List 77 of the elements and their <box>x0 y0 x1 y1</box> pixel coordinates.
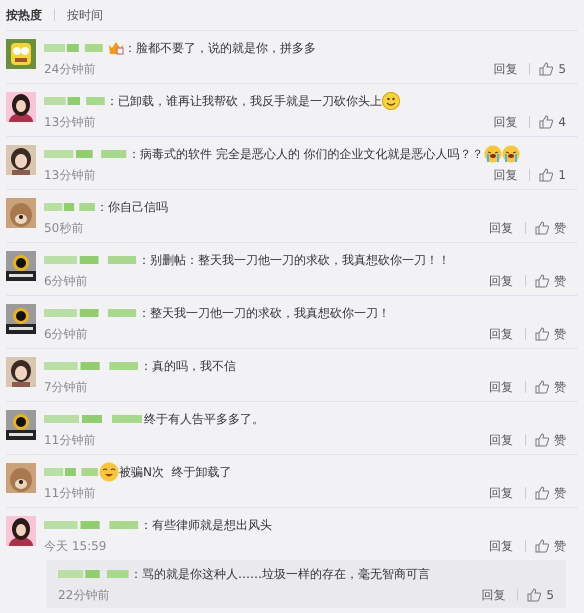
like-button[interactable]: 赞 <box>534 218 566 238</box>
blurred-username-drawing <box>44 95 106 107</box>
reply-button[interactable]: 回复 <box>489 59 522 79</box>
thumbs-up-icon <box>534 273 550 289</box>
like-count: 4 <box>558 114 566 131</box>
comment-text: ：别删帖：整天我一刀他一刀的求砍，我真想砍你一刀！！ <box>138 252 450 269</box>
thumbs-up-icon <box>526 587 542 603</box>
reply-button[interactable]: 回复 <box>485 536 517 556</box>
like-button[interactable]: 5 <box>538 59 566 79</box>
like-count: 5 <box>546 587 554 604</box>
thumbs-up-icon <box>538 61 554 77</box>
like-button[interactable]: 5 <box>526 585 554 605</box>
comment-text: 终于有人告平多多了。 <box>144 411 264 428</box>
like-button[interactable]: 4 <box>538 112 566 132</box>
like-count: 赞 <box>554 379 566 396</box>
comment-text: ：骂的就是你这种人……垃圾一样的存在，毫无智商可言 <box>130 566 430 583</box>
thumbs-up-icon <box>534 326 550 342</box>
comment-time: 6分钟前 <box>44 326 88 343</box>
crying-emoji-icon <box>502 145 520 163</box>
comment-time: 7分钟前 <box>44 379 88 396</box>
like-button[interactable]: 赞 <box>534 483 566 503</box>
blurred-username-drawing <box>44 201 96 213</box>
comment-time: 13分钟前 <box>44 114 96 131</box>
crying-emoji-icon <box>484 145 502 163</box>
blurred-username-drawing <box>58 568 130 580</box>
like-button[interactable]: 1 <box>538 165 566 185</box>
sort-tab[interactable]: 按时间 <box>67 6 103 24</box>
grinning-emoji-icon <box>99 462 119 482</box>
reply-button[interactable]: 回复 <box>485 218 517 238</box>
comment-text: ：有些律师就是想出风头 <box>140 517 272 534</box>
like-count: 赞 <box>554 220 566 237</box>
reply-button[interactable]: 回复 <box>485 483 517 503</box>
comment-text: ：病毒式的软件 完全是恶心人的 你们的企业文化就是恶心人吗？？ <box>128 146 484 163</box>
reply-button[interactable]: 回复 <box>485 430 517 450</box>
comment-text: ：脸都不要了，说的就是你，拼多多 <box>124 40 316 57</box>
like-button[interactable]: 赞 <box>534 536 566 556</box>
reply-button[interactable]: 回复 <box>485 271 517 291</box>
comment-text: ：整天我一刀他一刀的求砍，我真想砍你一刀！ <box>138 305 390 322</box>
like-count: 赞 <box>554 326 566 343</box>
reply-button[interactable]: 回复 <box>477 585 510 605</box>
thumbs-up-icon <box>534 432 550 448</box>
comment-time: 24分钟前 <box>44 61 96 78</box>
comment-text: ：你自己信吗 <box>96 199 168 216</box>
blurred-username-drawing <box>44 466 99 478</box>
like-button[interactable]: 赞 <box>534 377 566 397</box>
like-count: 赞 <box>554 485 566 502</box>
thumbs-up-icon <box>538 114 554 130</box>
like-count: 5 <box>558 61 566 78</box>
comment-text: ：真的吗，我不信 <box>140 358 236 375</box>
reply-button[interactable]: 回复 <box>485 324 517 344</box>
thumbs-up-icon <box>534 485 550 501</box>
sort-tab[interactable]: 按热度 <box>6 6 42 24</box>
comment-time: 11分钟前 <box>44 432 96 449</box>
thumbs-up-icon <box>534 379 550 395</box>
thumbs-up-icon <box>534 220 550 236</box>
comment-time: 50秒前 <box>44 220 84 237</box>
comment-text: ：已卸载，谁再让我帮砍，我反手就是一刀砍你头上 <box>106 93 382 110</box>
like-count: 赞 <box>554 273 566 290</box>
comment-time: 今天 15:59 <box>44 538 106 555</box>
thumbs-up-icon <box>538 167 554 183</box>
like-count: 赞 <box>554 432 566 449</box>
reply-button[interactable]: 回复 <box>485 377 517 397</box>
like-button[interactable]: 赞 <box>534 430 566 450</box>
like-count: 1 <box>558 167 566 184</box>
smiley-emoji-icon <box>382 92 400 110</box>
comment-time: 11分钟前 <box>44 485 96 502</box>
reply-button[interactable]: 回复 <box>489 112 522 132</box>
thumbs-up-icon <box>534 538 550 554</box>
like-button[interactable]: 赞 <box>534 271 566 291</box>
like-button[interactable]: 赞 <box>534 324 566 344</box>
reply-button[interactable]: 回复 <box>489 165 522 185</box>
comment-time: 13分钟前 <box>44 167 96 184</box>
comment-time: 6分钟前 <box>44 273 88 290</box>
comment-text: 被骗N次 终于卸载了 <box>119 464 232 481</box>
like-count: 赞 <box>554 538 566 555</box>
blurred-username-drawing <box>44 42 104 54</box>
comment-time: 22分钟前 <box>58 587 110 604</box>
